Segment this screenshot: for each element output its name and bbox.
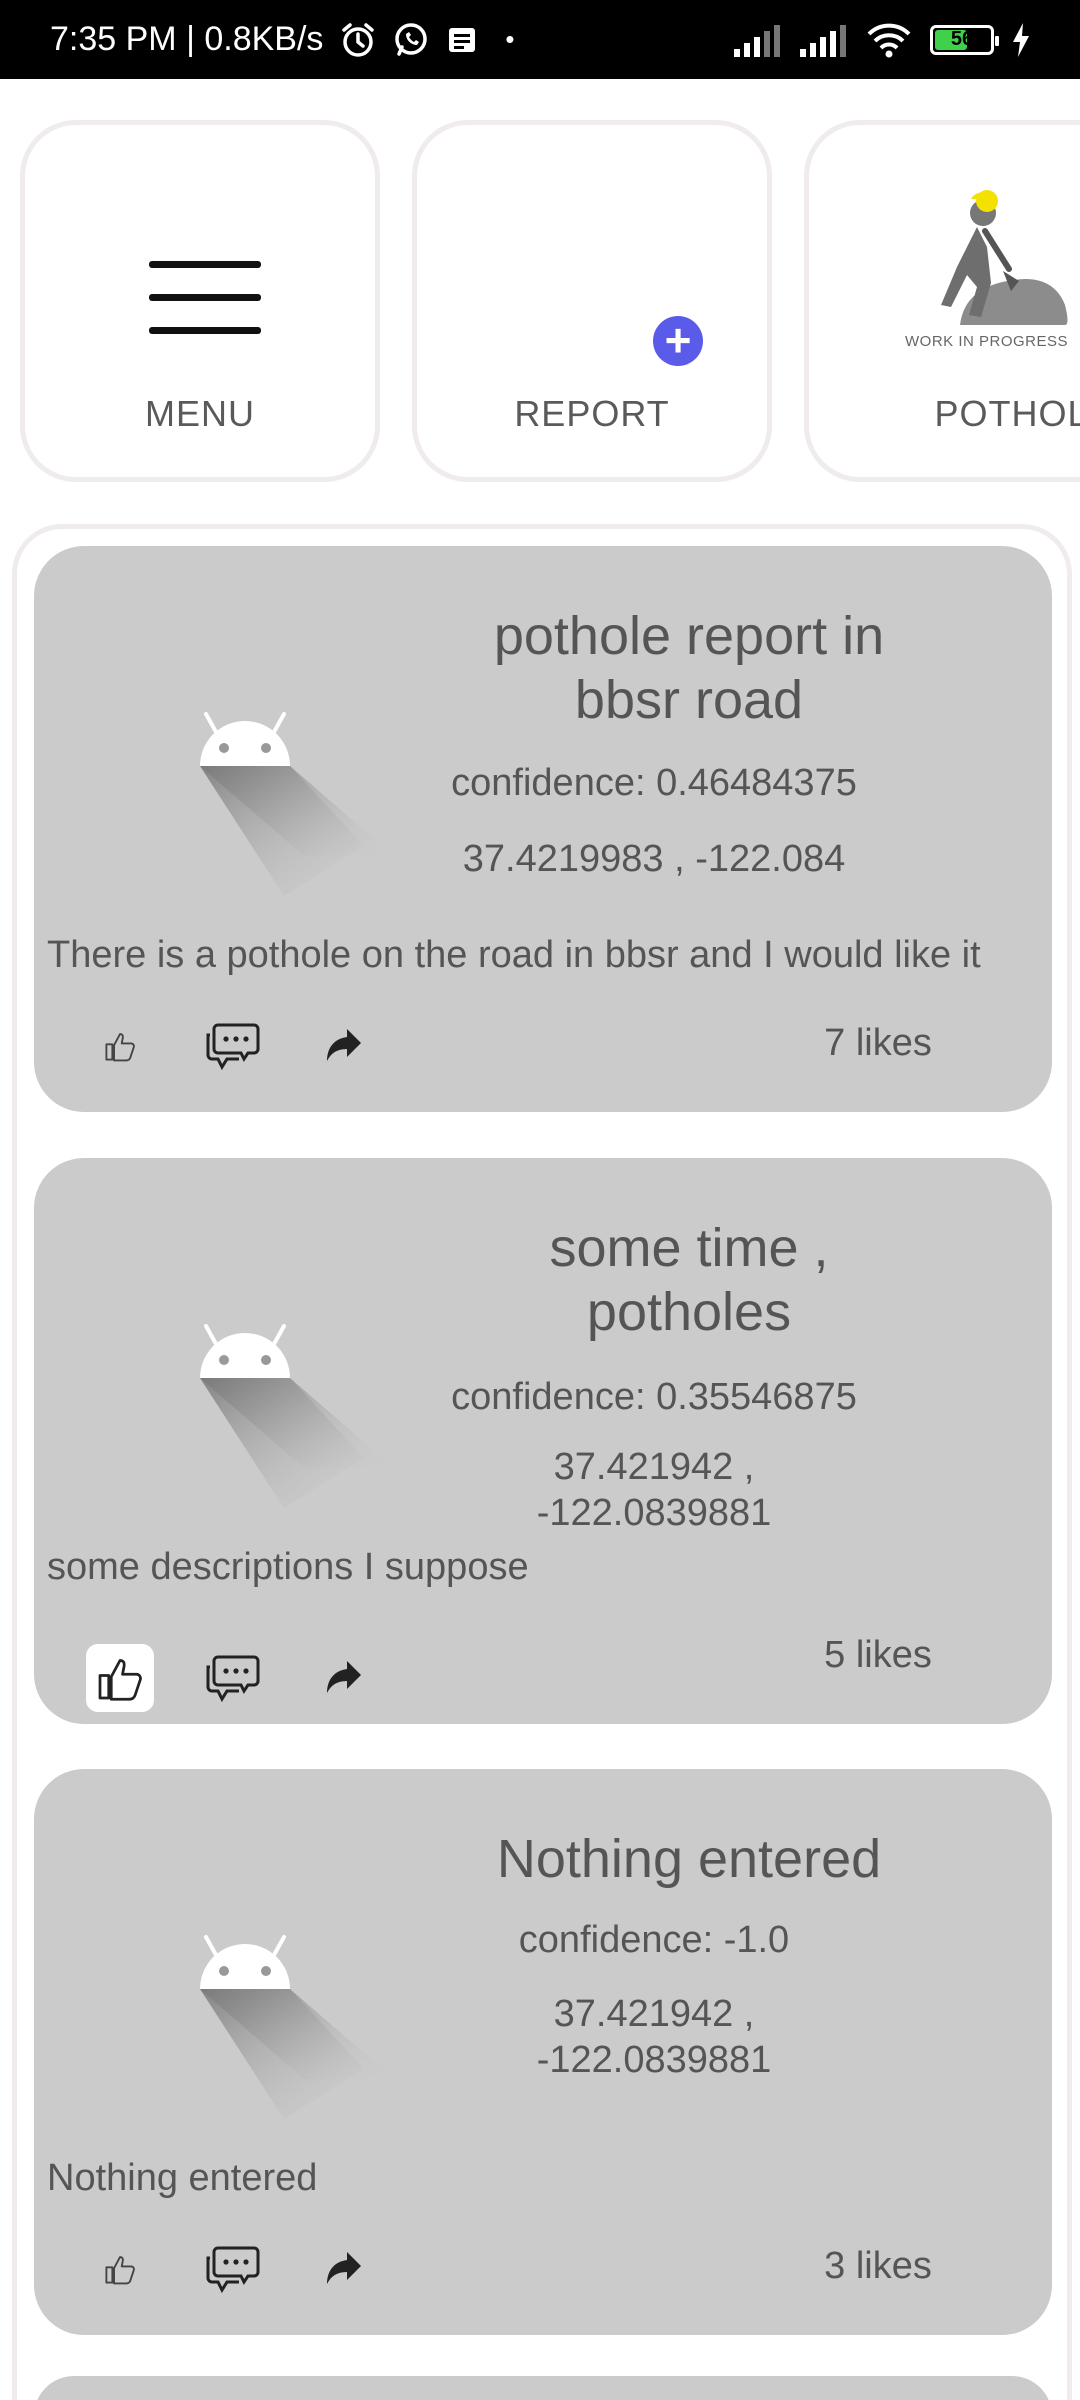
pothole-tile[interactable]: WORK IN PROGRESS POTHOLE: [804, 120, 1080, 482]
report-description: some descriptions I suppose: [47, 1546, 529, 1588]
share-button[interactable]: [320, 1022, 366, 1068]
report-description: There is a pothole on the road in bbsr a…: [47, 934, 981, 976]
comment-button[interactable]: [202, 1648, 262, 1708]
coordinates-line2: -122.0839881: [536, 1492, 772, 1534]
battery-icon: 56: [930, 24, 999, 55]
comment-icon: [206, 2246, 260, 2294]
coordinates-line1: 37.4219983 , -122.084: [462, 838, 846, 880]
share-icon: [327, 1029, 361, 1061]
confidence-text: confidence: -1.0: [518, 1919, 790, 1961]
comment-icon: [206, 1655, 260, 1703]
like-button[interactable]: [86, 1644, 154, 1712]
likes-count: 7 likes: [824, 1022, 932, 1064]
alarm-icon: [339, 21, 377, 59]
hamburger-icon: [149, 261, 261, 360]
report-label: REPORT: [514, 393, 670, 434]
confidence-text: confidence: 0.46484375: [451, 762, 857, 804]
share-icon: [327, 1661, 361, 1693]
comment-button[interactable]: [202, 1016, 262, 1076]
share-button[interactable]: [320, 1654, 366, 1700]
likes-count: 3 likes: [824, 2245, 932, 2287]
comment-icon: [206, 1023, 260, 1071]
pothole-label: POTHOLE: [934, 393, 1080, 434]
work-in-progress-text: WORK IN PROGRESS: [905, 333, 1069, 350]
thumbs-up-icon: [105, 1033, 135, 1062]
report-card: Nothing entered confidence: -1.0 37.4219…: [34, 1769, 1052, 2335]
like-button[interactable]: [86, 1012, 154, 1080]
message-icon: [445, 23, 479, 57]
report-title-line2: bbsr road: [574, 670, 804, 730]
work-in-progress-icon: [941, 190, 1068, 325]
status-bar: 7:35 PM | 0.8KB/s • 56: [0, 0, 1080, 79]
report-card-partial: [34, 2376, 1052, 2400]
like-button[interactable]: [86, 2235, 154, 2303]
battery-level: 56: [950, 28, 974, 50]
signal-icon: [734, 23, 782, 57]
share-icon: [327, 2252, 361, 2284]
category-tiles: MENU + REPORT WORK IN PROGRESS POTHOLE: [0, 120, 1080, 486]
report-title-line1: some time ,: [549, 1218, 829, 1278]
report-card: pothole report in bbsr road confidence: …: [34, 546, 1052, 1112]
coordinates-line1: 37.421942 ,: [553, 1993, 755, 2035]
share-button[interactable]: [320, 2245, 366, 2291]
report-card: some time , potholes confidence: 0.35546…: [34, 1158, 1052, 1724]
status-dot: •: [505, 24, 515, 54]
report-tile[interactable]: + REPORT: [412, 120, 772, 482]
likes-count: 5 likes: [824, 1634, 932, 1676]
coordinates-line2: -122.0839881: [536, 2039, 772, 2081]
comment-button[interactable]: [202, 2239, 262, 2299]
thumbs-up-icon: [105, 2256, 135, 2285]
signal-icon: [800, 23, 848, 57]
report-title-line1: Nothing entered: [496, 1829, 882, 1889]
status-time: 7:35 PM | 0.8KB/s: [50, 20, 324, 58]
menu-tile[interactable]: MENU: [20, 120, 380, 482]
report-description: Nothing entered: [47, 2157, 318, 2199]
report-title-line1: pothole report in: [493, 606, 885, 666]
charging-icon: [1012, 22, 1030, 57]
confidence-text: confidence: 0.35546875: [451, 1376, 857, 1418]
thumbs-up-icon: [98, 1659, 142, 1701]
plus-icon: +: [653, 316, 703, 366]
coordinates-line1: 37.421942 ,: [553, 1446, 755, 1488]
menu-label: MENU: [145, 393, 255, 434]
whatsapp-icon: [393, 22, 429, 58]
report-title-line2: potholes: [586, 1282, 792, 1342]
wifi-icon: [866, 22, 912, 58]
